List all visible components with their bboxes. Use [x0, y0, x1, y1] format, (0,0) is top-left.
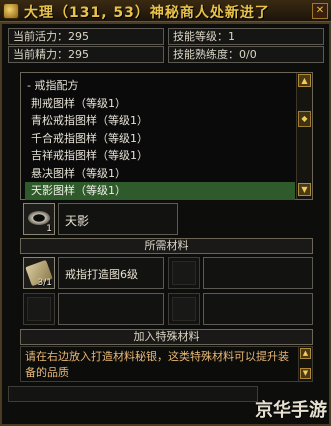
scroll-thumb[interactable]: ◆ — [298, 111, 311, 127]
title-bar: 大理（131, 53）神秘商人处新进了 ✕ — [0, 0, 331, 22]
special-material-description: 请在右边放入打造材料秘银，这类特殊材料可以提升装备的品质 — [25, 350, 289, 379]
recipe-item[interactable]: 千合戒指图样（等级1） — [25, 130, 295, 148]
material-slot-empty[interactable] — [168, 257, 200, 289]
recipe-item[interactable]: 荆戒图样（等级1） — [25, 95, 295, 113]
product-name: 天影 — [65, 214, 90, 228]
bottom-bar — [8, 386, 258, 402]
skill-level: 技能等级：1 — [168, 28, 324, 45]
scroll-down-icon[interactable]: ▼ — [300, 368, 311, 379]
recipe-list: - 戒指配方 荆戒图样（等级1） 青松戒指图样（等级1） 千合戒指图样（等级1）… — [25, 77, 295, 200]
recipe-item-selected[interactable]: 天影图样（等级1） — [25, 182, 295, 200]
material-name-box: 戒指打造图6级 — [58, 257, 164, 289]
current-energy: 当前精力：295 — [8, 46, 164, 63]
product-name-box: 天影 — [58, 203, 178, 235]
product-slot[interactable]: 1 — [23, 203, 55, 235]
ring-icon — [28, 211, 50, 225]
window-title: 大理（131, 53）神秘商人处新进了 — [24, 5, 270, 21]
description-scrollbar[interactable]: ▲ ▼ — [298, 347, 312, 381]
required-materials-label: 所需材料 — [20, 238, 313, 254]
recipe-item[interactable]: 吉祥戒指图样（等级1） — [25, 147, 295, 165]
material-slot-empty[interactable] — [23, 293, 55, 325]
material-slot-empty[interactable] — [168, 293, 200, 325]
material-name-box-empty — [203, 293, 313, 325]
skill-proficiency: 技能熟练度：0/0 — [168, 46, 324, 63]
window-icon — [3, 3, 19, 19]
recipe-item[interactable]: 青松戒指图样（等级1） — [25, 112, 295, 130]
scroll-up-icon[interactable]: ▲ — [298, 74, 311, 87]
current-vitality: 当前活力：295 — [8, 28, 164, 45]
material-slot[interactable]: 3/1 — [23, 257, 55, 289]
scroll-up-icon[interactable]: ▲ — [300, 348, 311, 359]
material-name-box-empty — [203, 257, 313, 289]
material-name-box-empty — [58, 293, 164, 325]
product-quantity: 1 — [46, 224, 52, 234]
recipe-list-box: - 戒指配方 荆戒图样（等级1） 青松戒指图样（等级1） 千合戒指图样（等级1）… — [20, 72, 313, 200]
scroll-down-icon[interactable]: ▼ — [298, 183, 311, 196]
recipe-item[interactable]: 悬决图样（等级1） — [25, 165, 295, 183]
material-quantity: 3/1 — [37, 278, 52, 288]
close-button[interactable]: ✕ — [312, 3, 328, 19]
special-material-description-box: 请在右边放入打造材料秘银，这类特殊材料可以提升装备的品质 ▲ ▼ — [20, 346, 313, 382]
add-special-material-label: 加入特殊材料 — [20, 329, 313, 345]
watermark-logo: 京华手游 — [255, 400, 327, 421]
recipe-category-ring[interactable]: - 戒指配方 — [25, 77, 295, 95]
recipe-scrollbar[interactable]: ▲ ◆ ▼ — [296, 73, 312, 199]
material-name: 戒指打造图6级 — [65, 268, 138, 281]
